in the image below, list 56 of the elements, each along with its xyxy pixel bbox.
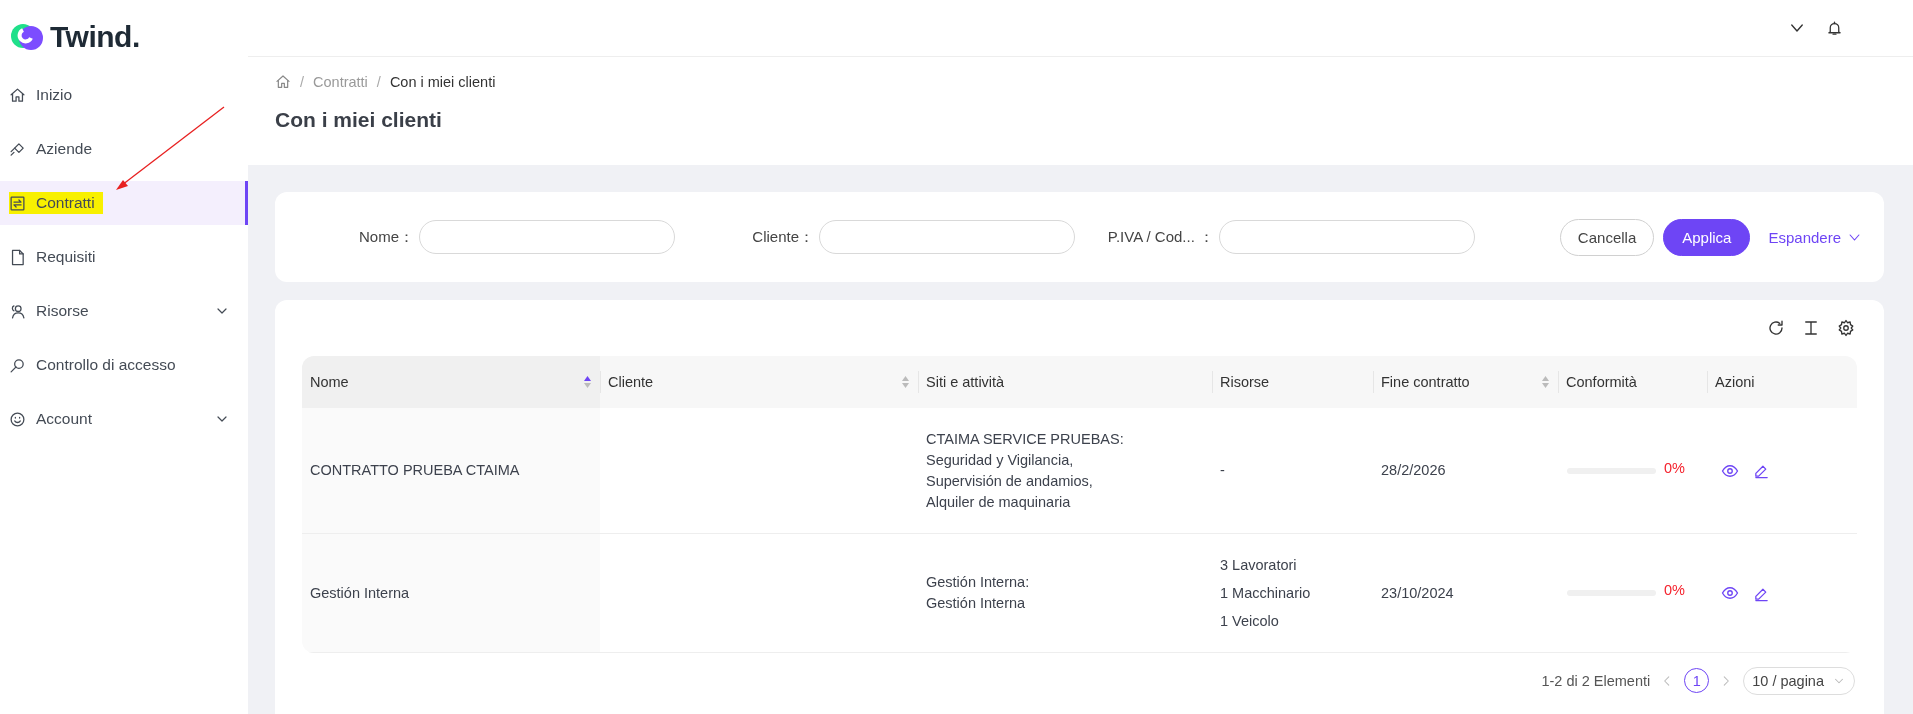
sidebar-item[interactable]: Inizio (0, 73, 248, 117)
table-cell-text: 28/2/2026 (1381, 461, 1446, 480)
table-cell-text: Gestión Interna (310, 583, 410, 603)
document-icon (9, 248, 26, 266)
expand-link[interactable]: Espandere (1768, 228, 1862, 246)
breadcrumb-separator: / (300, 74, 305, 90)
input-field[interactable] (819, 220, 1075, 254)
sort-icon[interactable] (583, 375, 592, 389)
reload-icon (1767, 319, 1785, 337)
progress-value: 0% (1664, 458, 1685, 478)
home-icon (275, 74, 291, 90)
breadcrumb-separator: / (376, 74, 381, 90)
logo-text: Twind. (50, 19, 140, 54)
table-cell-text: 23/10/2024 (1381, 583, 1454, 603)
apply-button[interactable]: Applica (1663, 218, 1751, 256)
column-header[interactable]: Cliente (600, 356, 918, 408)
input-field[interactable] (419, 220, 675, 254)
field-label: P.IVA / Cod... ： (1107, 227, 1214, 247)
bell-icon (1826, 19, 1843, 37)
table-cell-text: 1 Veicolo (1220, 611, 1279, 631)
column-header: Conformità (1558, 356, 1707, 408)
sidebar-item[interactable]: Controllo di accesso (0, 343, 248, 387)
sidebar-item[interactable]: Contratti (0, 181, 248, 225)
progress-value: 0% (1664, 581, 1685, 600)
page-title: Con i miei clienti (275, 108, 443, 132)
table-cell-text: CONTRATTO PRUEBA CTAIMA (310, 461, 520, 480)
column-header[interactable]: Fine contratto (1373, 356, 1558, 408)
pagination-summary: 1-2 di 2 Elementi (1541, 672, 1651, 689)
eye-icon (1721, 584, 1739, 602)
table-cell-text: Gestión Interna: Gestión Interna (926, 573, 1030, 613)
smiley-icon (9, 410, 26, 428)
sidebar-item[interactable]: Risorse (0, 289, 248, 333)
sidebar-item[interactable]: Account (0, 397, 248, 441)
settings-icon (1837, 319, 1855, 337)
text-height-icon (1802, 319, 1820, 337)
table-cell-text: - (1220, 461, 1225, 480)
input-field[interactable] (1219, 220, 1475, 254)
field-label: Nome： (359, 227, 414, 247)
cancel-button[interactable]: Cancella (1559, 218, 1655, 256)
swap-icon (9, 194, 26, 212)
column-header[interactable]: Nome (302, 356, 600, 408)
column-header: Azioni (1707, 356, 1857, 408)
plug-icon (9, 140, 26, 158)
table-cell-text: 3 Lavoratori (1220, 555, 1297, 575)
logo-icon (10, 21, 44, 52)
table-cell-text: CTAIMA SERVICE PRUEBAS: Seguridad y Vigilancia, Supervisión de andamios, Alquiler de maquinaria (926, 429, 1124, 512)
table-cell-text: 1 Macchinario (1220, 583, 1311, 603)
breadcrumb-item: Con i miei clienti (389, 74, 496, 90)
field-label: Cliente： (752, 227, 814, 247)
column-header: Risorse (1212, 356, 1373, 408)
home-icon (9, 86, 26, 104)
users-icon (9, 302, 26, 320)
sidebar-item[interactable]: Aziende (0, 127, 248, 171)
column-header: Siti e attività (918, 356, 1212, 408)
magnifier-icon (9, 356, 26, 374)
sidebar-item[interactable]: Requisiti (0, 235, 248, 279)
